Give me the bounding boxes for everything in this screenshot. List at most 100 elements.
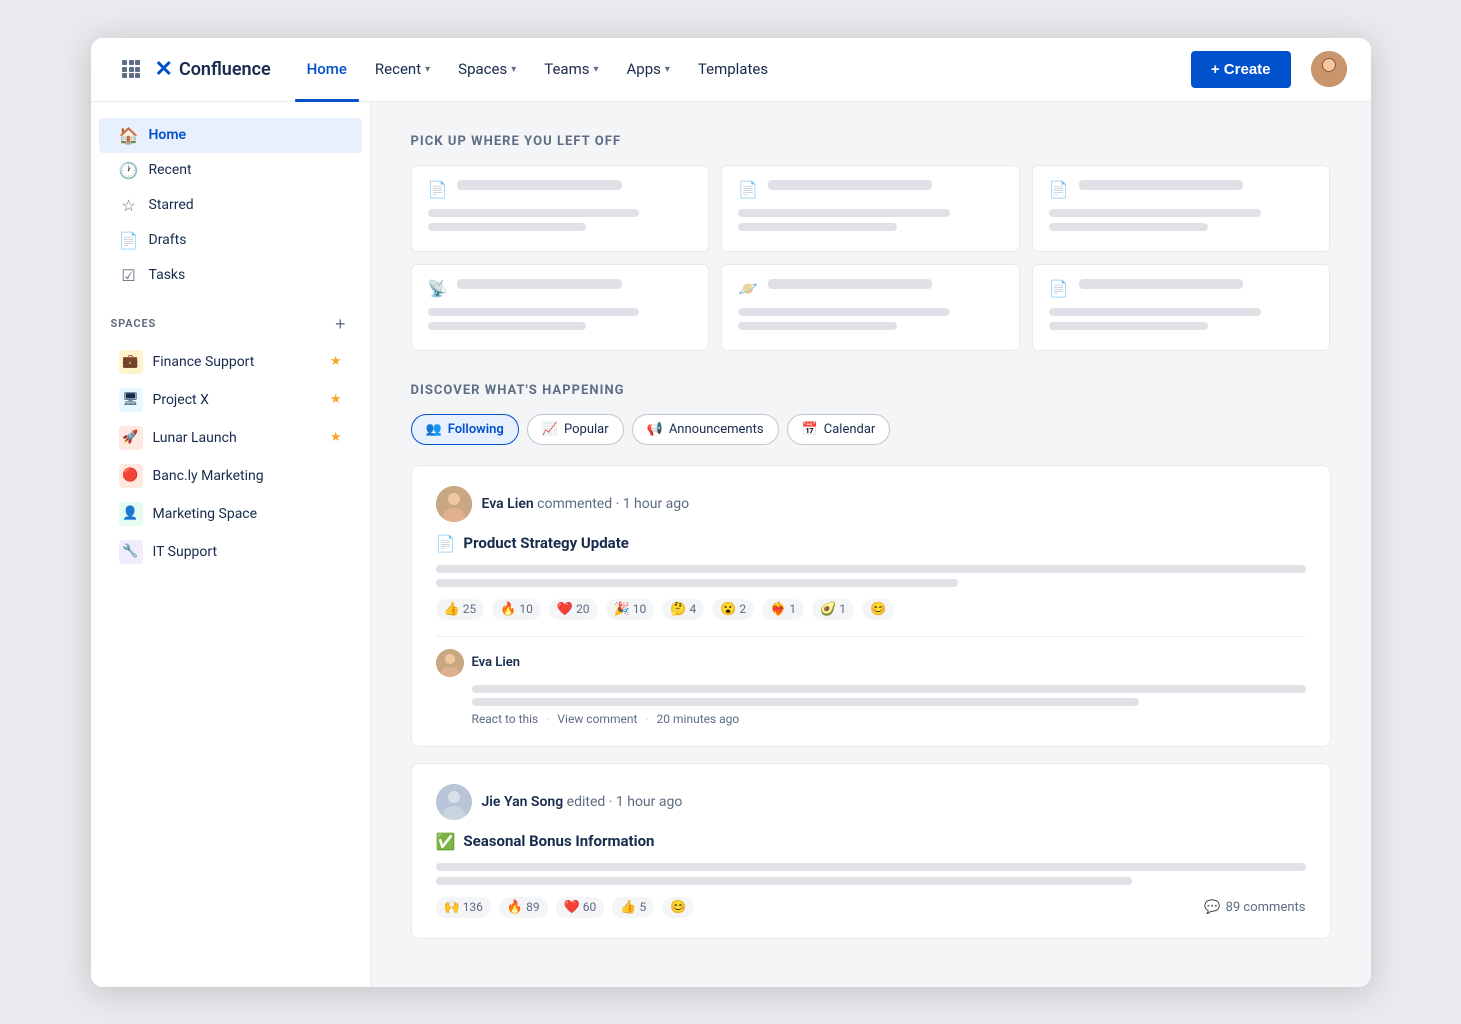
- star-filled-icon: ★: [330, 392, 342, 407]
- announcements-icon: 📢: [647, 422, 663, 437]
- pickup-title: PICK UP WHERE YOU LEFT OFF: [411, 134, 1331, 149]
- comment-section: Eva Lien React to this · View comment · …: [436, 636, 1306, 726]
- nav-templates[interactable]: Templates: [686, 52, 780, 86]
- tab-following[interactable]: 👥 Following: [411, 414, 519, 445]
- star-icon: ☆: [119, 196, 139, 215]
- nav-teams[interactable]: Teams ▾: [532, 52, 610, 86]
- chevron-icon: ▾: [511, 64, 516, 75]
- reaction-thinking[interactable]: 🤔 4: [662, 599, 704, 620]
- reaction-clap[interactable]: 🙌 136: [436, 897, 491, 918]
- popular-icon: 📈: [542, 422, 558, 437]
- home-icon: 🏠: [119, 126, 139, 145]
- recent-card[interactable]: 📄: [1032, 165, 1331, 252]
- space-item-projectx[interactable]: 🖥 Project X ★: [99, 381, 362, 419]
- reaction-thumbsup[interactable]: 👍 25: [436, 599, 485, 620]
- react-to-this-link[interactable]: React to this: [472, 712, 539, 726]
- star-filled-icon: ★: [330, 430, 342, 445]
- tab-calendar[interactable]: 📅 Calendar: [787, 414, 891, 445]
- comment-header: Eva Lien: [436, 649, 1306, 677]
- reaction-tada[interactable]: 🎉 10: [606, 599, 655, 620]
- main-content: PICK UP WHERE YOU LEFT OFF 📄: [371, 102, 1371, 987]
- spaces-section-header: Spaces +: [91, 313, 370, 335]
- space-item-lunar[interactable]: 🚀 Lunar Launch ★: [99, 419, 362, 457]
- space-item-it[interactable]: 🔧 IT Support: [99, 533, 362, 571]
- grid-icon[interactable]: [115, 53, 147, 85]
- sidebar-item-drafts[interactable]: 📄 Drafts: [99, 223, 362, 258]
- content-preview-lines-2: [436, 863, 1306, 885]
- sidebar-item-starred[interactable]: ☆ Starred: [99, 188, 362, 223]
- reaction-thumbsup-2[interactable]: 👍 5: [612, 897, 654, 918]
- tab-popular[interactable]: 📈 Popular: [527, 414, 624, 445]
- page-doc-icon: 📄: [436, 534, 456, 553]
- space-item-finance[interactable]: 💼 Finance Support ★: [99, 343, 362, 381]
- add-space-button[interactable]: +: [331, 313, 350, 335]
- chevron-icon: ▾: [665, 64, 670, 75]
- page-link-product-strategy[interactable]: 📄 Product Strategy Update: [436, 534, 1306, 553]
- activity-card-2: Jie Yan Song edited · 1 hour ago ✅ Seaso…: [411, 763, 1331, 939]
- sidebar: 🏠 Home 🕐 Recent ☆ Starred 📄 Drafts ☑ Tas…: [91, 102, 371, 987]
- reaction-heart-2[interactable]: ❤️ 60: [556, 897, 605, 918]
- comment-body: [436, 685, 1306, 706]
- calendar-icon: 📅: [802, 422, 818, 437]
- activity-footer-2: 🙌 136 🔥 89 ❤️ 60: [436, 897, 1306, 918]
- activity-header-1: Eva Lien commented · 1 hour ago: [436, 486, 1306, 522]
- chevron-icon: ▾: [425, 64, 430, 75]
- user-avatar[interactable]: [1311, 51, 1347, 87]
- drafts-icon: 📄: [119, 231, 139, 250]
- user-avatar-jie: [436, 784, 472, 820]
- add-reaction-button[interactable]: 😊: [862, 599, 894, 620]
- logo[interactable]: ✕ Confluence: [155, 57, 271, 82]
- add-reaction-button-2[interactable]: 😊: [662, 897, 694, 918]
- create-button[interactable]: + Create: [1191, 51, 1291, 88]
- doc-icon: 📄: [1049, 180, 1069, 199]
- discover-title: DISCOVER WHAT'S HAPPENING: [411, 383, 1331, 398]
- space-icon-bancly: 🔴: [119, 464, 143, 488]
- reaction-avocado[interactable]: 🥑 1: [812, 599, 854, 620]
- activity-card-1: Eva Lien commented · 1 hour ago 📄 Produc…: [411, 465, 1331, 747]
- space-item-bancly[interactable]: 🔴 Banc.ly Marketing: [99, 457, 362, 495]
- sidebar-item-home[interactable]: 🏠 Home: [99, 118, 362, 153]
- reaction-fire[interactable]: 🔥 10: [492, 599, 541, 620]
- discover-tabs: 👥 Following 📈 Popular 📢 Announcements 📅 …: [411, 414, 1331, 445]
- sidebar-item-tasks[interactable]: ☑ Tasks: [99, 258, 362, 293]
- reactions-list-2: 🙌 136 🔥 89 ❤️ 60: [436, 897, 695, 918]
- avatar-image: [1311, 51, 1347, 87]
- logo-text: Confluence: [179, 59, 271, 80]
- recent-card[interactable]: 📄: [1032, 264, 1331, 351]
- nav-recent[interactable]: Recent ▾: [363, 52, 442, 86]
- nav-apps[interactable]: Apps ▾: [615, 52, 682, 86]
- tab-announcements[interactable]: 📢 Announcements: [632, 414, 779, 445]
- view-comment-link[interactable]: View comment: [557, 712, 637, 726]
- recent-card[interactable]: 📄: [411, 165, 710, 252]
- chevron-icon: ▾: [593, 64, 598, 75]
- reaction-heartfire[interactable]: ❤️‍🔥 1: [762, 599, 804, 620]
- space-icon-marketing: 👤: [119, 502, 143, 526]
- logo-icon: ✕: [155, 57, 173, 82]
- main-layout: 🏠 Home 🕐 Recent ☆ Starred 📄 Drafts ☑ Tas…: [91, 102, 1371, 987]
- doc-icon: 📄: [1049, 279, 1069, 298]
- comments-count[interactable]: 💬 89 comments: [1204, 900, 1305, 915]
- content-preview-lines: [436, 565, 1306, 587]
- star-filled-icon: ★: [330, 354, 342, 369]
- page-link-seasonal-bonus[interactable]: ✅ Seasonal Bonus Information: [436, 832, 1306, 851]
- reaction-astonished[interactable]: 😮 2: [712, 599, 754, 620]
- recent-card[interactable]: 📄: [721, 165, 1020, 252]
- comment-actions: React to this · View comment · 20 minute…: [436, 712, 1306, 726]
- recent-card[interactable]: 📡: [411, 264, 710, 351]
- nav-spaces[interactable]: Spaces ▾: [446, 52, 528, 86]
- top-nav: ✕ Confluence Home Recent ▾ Spaces ▾ Team…: [91, 38, 1371, 102]
- reaction-heart[interactable]: ❤️ 20: [549, 599, 598, 620]
- user-avatar-eva: [436, 486, 472, 522]
- satellite-icon: 📡: [428, 279, 448, 298]
- recent-cards-grid: 📄 📄: [411, 165, 1331, 351]
- space-item-marketing[interactable]: 👤 Marketing Space: [99, 495, 362, 533]
- sidebar-item-recent[interactable]: 🕐 Recent: [99, 153, 362, 188]
- planet-icon: 🪐: [738, 279, 758, 298]
- nav-links: Home Recent ▾ Spaces ▾ Teams ▾ Apps ▾ Te…: [295, 52, 1183, 86]
- space-icon-finance: 💼: [119, 350, 143, 374]
- space-icon-projectx: 🖥: [119, 388, 143, 412]
- space-icon-lunar: 🚀: [119, 426, 143, 450]
- reaction-fire-2[interactable]: 🔥 89: [499, 897, 548, 918]
- nav-home[interactable]: Home: [295, 52, 359, 86]
- recent-card[interactable]: 🪐: [721, 264, 1020, 351]
